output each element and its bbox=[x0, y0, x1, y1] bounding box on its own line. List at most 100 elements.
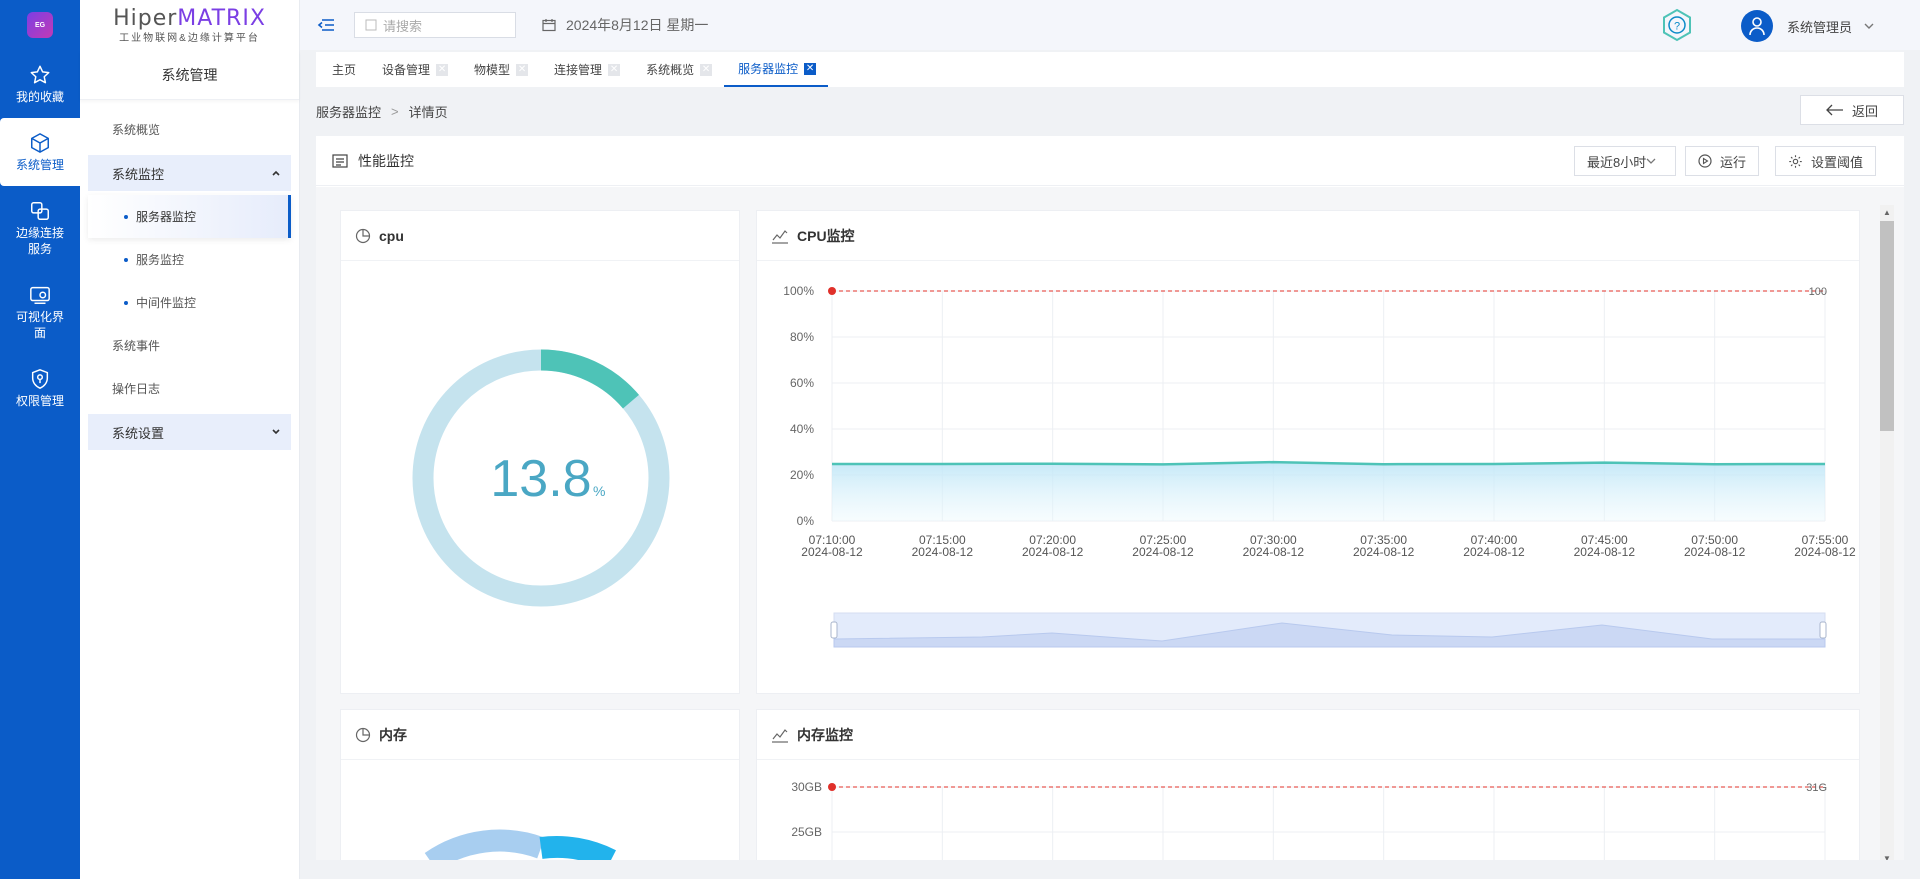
tab-device[interactable]: 设备管理 ✕ bbox=[368, 52, 460, 87]
scroll-up-arrow[interactable]: ▲ bbox=[1880, 205, 1894, 219]
close-icon[interactable]: ✕ bbox=[700, 63, 713, 76]
scrollbar[interactable]: ▲ ▼ bbox=[1880, 205, 1894, 860]
calendar-icon bbox=[542, 19, 556, 32]
tab-overview[interactable]: 系统概览 ✕ bbox=[632, 52, 724, 87]
avatar bbox=[1740, 10, 1773, 42]
x-tick-sublabel: 2024-08-12 bbox=[801, 545, 863, 559]
cpu-monitor-card: CPU监控 0% 20% 40% 60% 80% 100% 07:10:00 2024-08-… bbox=[756, 210, 1860, 694]
memory-gauge-fill bbox=[539, 836, 616, 860]
tab-home[interactable]: 主页 bbox=[318, 52, 368, 87]
cpu-gauge: 13.8 % bbox=[412, 349, 670, 607]
close-icon[interactable]: ✕ bbox=[436, 63, 449, 76]
sidebar-menu: 系统概览 系统监控 服务器监控 服务监控 中间件监控 系统事件 操作日志 系统设… bbox=[80, 100, 299, 462]
pie-chart-icon bbox=[355, 228, 371, 243]
help-icon[interactable]: ? bbox=[1660, 8, 1694, 42]
close-icon[interactable]: ✕ bbox=[608, 63, 621, 76]
rail-item-label: 权限管理 bbox=[15, 393, 64, 408]
zoom-handle-right[interactable] bbox=[1819, 621, 1827, 639]
sidebar-item-server-monitor[interactable]: 服务器监控 bbox=[88, 195, 291, 238]
scrollbar-thumb[interactable] bbox=[1880, 221, 1894, 431]
brand-name: HiperMATRIX bbox=[113, 6, 266, 31]
card-header: 内存 bbox=[341, 710, 739, 760]
chevron-down-icon bbox=[272, 429, 280, 435]
y-tick-label: 100% bbox=[783, 284, 814, 298]
card-title: cpu bbox=[379, 227, 404, 244]
x-tick-sublabel: 2024-08-12 bbox=[1794, 545, 1856, 559]
sidebar-item-middleware-monitor[interactable]: 中间件监控 bbox=[88, 281, 291, 324]
x-tick-sublabel: 2024-08-12 bbox=[1574, 545, 1636, 559]
time-range-select[interactable]: 最近8小时 bbox=[1574, 146, 1676, 176]
tab-model[interactable]: 物模型 ✕ bbox=[460, 52, 540, 87]
icon-rail: EG 我的收藏 系统管理 边缘连接服务 可视化界面 权限管理 bbox=[0, 0, 80, 879]
memory-monitor-card: 内存监控 30GB 25GB 31G bbox=[756, 709, 1860, 860]
list-icon bbox=[332, 153, 348, 168]
logo-icon: EG bbox=[27, 12, 53, 38]
set-threshold-button[interactable]: 设置阈值 bbox=[1775, 146, 1877, 176]
card-header: CPU监控 bbox=[757, 211, 1859, 261]
rail-item-label: 我的收藏 bbox=[15, 89, 64, 104]
star-icon bbox=[30, 65, 50, 83]
rail-item-permissions[interactable]: 权限管理 bbox=[0, 354, 80, 422]
top-bar: 请搜索 2024年8月12日 星期一 ? 系统管理员 bbox=[300, 0, 1920, 50]
sub-sidebar: HiperMATRIX 工业物联网&边缘计算平台 系统管理 系统概览 系统监控 … bbox=[80, 0, 300, 879]
rail-item-favorites[interactable]: 我的收藏 bbox=[0, 50, 80, 118]
sidebar-item-logs[interactable]: 操作日志 bbox=[88, 367, 291, 410]
sidebar-group-monitor[interactable]: 系统监控 bbox=[88, 155, 291, 191]
y-tick-label: 0% bbox=[797, 514, 815, 528]
close-icon[interactable]: ✕ bbox=[516, 63, 529, 76]
run-button[interactable]: 运行 bbox=[1685, 146, 1760, 176]
gauge-unit: % bbox=[593, 483, 605, 499]
card-title: CPU监控 bbox=[797, 227, 855, 244]
panel-body: cpu 13.8 % CPU监控 0% 20% 40% 60% 80% 100% 07:10… bbox=[316, 187, 1904, 860]
line-chart-icon bbox=[772, 728, 788, 743]
rail-item-edge[interactable]: 边缘连接服务 bbox=[0, 186, 80, 270]
search-placeholder: 请搜索 bbox=[383, 18, 423, 34]
search-icon bbox=[365, 19, 377, 31]
zoom-handle-left[interactable] bbox=[830, 621, 838, 639]
sidebar-group-settings[interactable]: 系统设置 bbox=[88, 414, 291, 450]
app-logo: EG bbox=[0, 0, 80, 50]
shield-icon bbox=[31, 368, 49, 389]
card-title: 内存 bbox=[379, 726, 407, 743]
threshold-marker bbox=[828, 783, 836, 791]
brand-logo: HiperMATRIX 工业物联网&边缘计算平台 bbox=[80, 0, 299, 50]
sidebar-item-service-monitor[interactable]: 服务监控 bbox=[88, 238, 291, 281]
tab-server-monitor[interactable]: 服务器监控 ✕ bbox=[724, 52, 829, 87]
memory-line-chart: 30GB 25GB 31G bbox=[791, 780, 1827, 860]
search-input[interactable]: 请搜索 bbox=[354, 12, 516, 38]
panel-title: 性能监控 bbox=[358, 152, 414, 169]
pie-chart-icon bbox=[355, 727, 371, 742]
breadcrumb-parent[interactable]: 服务器监控 bbox=[316, 102, 381, 121]
cpu-area bbox=[832, 462, 1825, 521]
y-tick-label: 40% bbox=[790, 422, 814, 436]
memory-card: 内存 bbox=[340, 709, 740, 860]
memory-gauge bbox=[424, 829, 616, 860]
sidebar-group-label: 系统监控 bbox=[112, 166, 165, 182]
breadcrumb-separator: > bbox=[391, 103, 399, 119]
close-icon[interactable]: ✕ bbox=[804, 62, 817, 75]
sidebar-item-events[interactable]: 系统事件 bbox=[88, 324, 291, 367]
cube-icon bbox=[31, 132, 49, 153]
tab-bar: 主页 设备管理 ✕ 物模型 ✕ 连接管理 ✕ 系统概览 ✕ 服务器监控 ✕ bbox=[316, 52, 1904, 87]
tab-connection[interactable]: 连接管理 ✕ bbox=[540, 52, 632, 87]
breadcrumb: 服务器监控 > 详情页 返回 bbox=[316, 95, 1904, 127]
sidebar-group-label: 系统设置 bbox=[112, 425, 165, 441]
threshold-label: 31G bbox=[1806, 782, 1827, 794]
card-title: 内存监控 bbox=[797, 726, 853, 743]
rail-item-system[interactable]: 系统管理 bbox=[0, 118, 80, 186]
scroll-down-arrow[interactable]: ▼ bbox=[1880, 851, 1894, 861]
rail-item-label: 边缘连接服务 bbox=[15, 225, 64, 256]
memory-gauge-track bbox=[424, 829, 545, 860]
back-button[interactable]: 返回 bbox=[1800, 95, 1904, 125]
rail-item-label: 系统管理 bbox=[15, 157, 64, 172]
menu-collapse-icon[interactable] bbox=[316, 17, 336, 33]
cpu-series-line bbox=[832, 460, 1826, 466]
user-menu[interactable]: 系统管理员 bbox=[1740, 10, 1874, 42]
sidebar-item-overview[interactable]: 系统概览 bbox=[88, 108, 291, 151]
rail-item-visual[interactable]: 可视化界面 bbox=[0, 270, 80, 354]
card-header: 内存监控 bbox=[757, 710, 1859, 760]
cpu-line-chart: 0%20%40%60%80%100%07:10:002024-08-1207:1… bbox=[783, 284, 1856, 648]
arrow-left-icon bbox=[1826, 104, 1843, 116]
threshold-marker bbox=[828, 287, 836, 295]
y-tick-label: 20% bbox=[790, 468, 814, 482]
